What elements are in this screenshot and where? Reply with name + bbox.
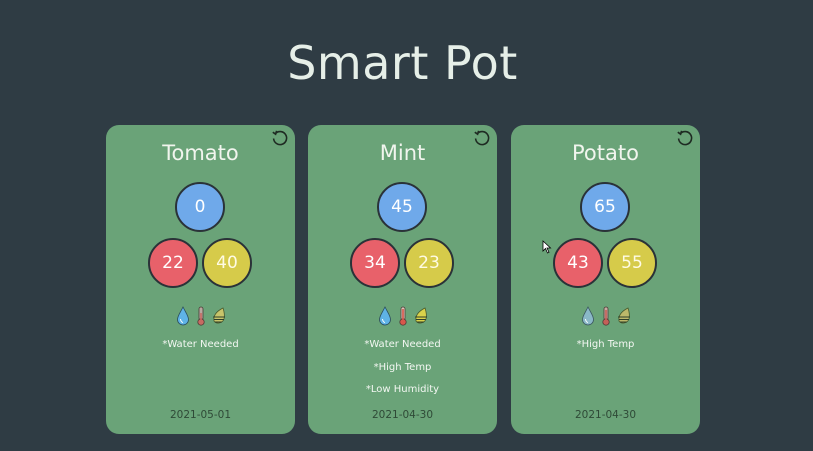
warnings-list: *High Temp — [511, 338, 700, 361]
humidity-value: 23 — [404, 238, 454, 288]
warning-text: *Water Needed — [364, 339, 441, 350]
humidity-leaf-icon — [616, 305, 632, 327]
last-updated-date: 2021-04-30 — [574, 409, 637, 421]
humidity-value: 55 — [607, 238, 657, 288]
humidity-leaf-icon — [413, 305, 429, 327]
last-updated-date: 2021-04-30 — [371, 409, 434, 421]
thermometer-icon — [598, 305, 614, 327]
warning-text: *High Temp — [373, 361, 432, 373]
plant-card-mint: Mint 45 34 23 *Water Needed *High Temp *… — [308, 125, 497, 434]
humidity-value: 40 — [202, 238, 252, 288]
warning-text: *High Temp — [576, 339, 635, 350]
temperature-value: 34 — [350, 238, 400, 288]
warnings-list: *Water Needed — [106, 338, 295, 361]
warning-text: *Water Needed — [162, 339, 239, 350]
plant-name: Potato — [572, 141, 639, 165]
water-drop-icon — [175, 305, 191, 327]
plant-card-tomato: Tomato 0 22 40 *Water Needed 2021-05-01 — [106, 125, 295, 434]
water-drop-icon — [580, 305, 596, 327]
water-level: 0 — [175, 182, 225, 232]
status-icons — [106, 305, 295, 327]
refresh-icon[interactable] — [473, 129, 491, 147]
status-icons — [511, 305, 700, 327]
warnings-list: *Water Needed *High Temp *Low Humidity — [308, 338, 497, 406]
temperature-value: 22 — [148, 238, 198, 288]
refresh-icon[interactable] — [271, 129, 289, 147]
warning-text: *Low Humidity — [365, 384, 440, 395]
plant-card-potato: Potato 65 43 55 *High Temp 2021-04-30 — [511, 125, 700, 434]
last-updated-date: 2021-05-01 — [169, 409, 232, 421]
temperature-value: 43 — [553, 238, 603, 288]
humidity-leaf-icon — [211, 305, 227, 327]
page-title: Smart Pot — [287, 36, 518, 90]
plant-name: Tomato — [162, 141, 239, 165]
plant-name: Mint — [379, 141, 426, 165]
water-level: 65 — [580, 182, 630, 232]
refresh-icon[interactable] — [676, 129, 694, 147]
water-drop-icon — [377, 305, 393, 327]
thermometer-icon — [395, 305, 411, 327]
water-level: 45 — [377, 182, 427, 232]
mouse-cursor-icon — [542, 239, 552, 254]
thermometer-icon — [193, 305, 209, 327]
status-icons — [308, 305, 497, 327]
